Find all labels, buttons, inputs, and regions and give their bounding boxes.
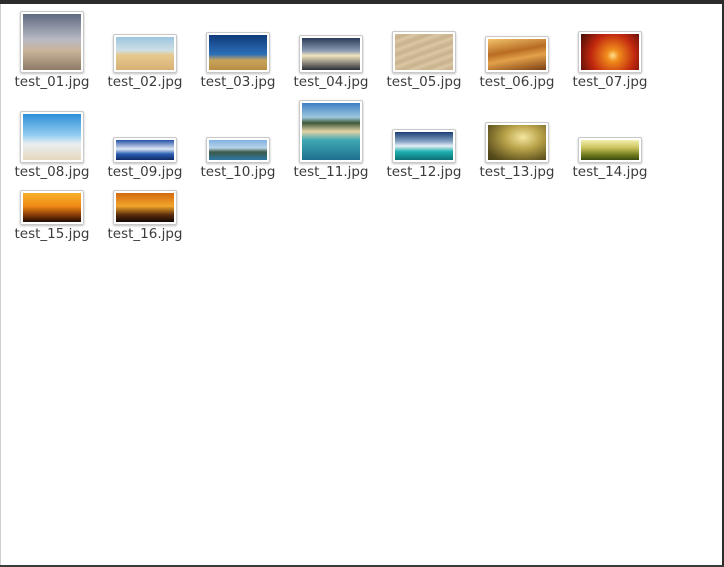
landscape-thumbnail-icon	[578, 137, 642, 163]
landscape-thumbnail-icon	[299, 100, 363, 163]
landscape-thumbnail-icon	[113, 137, 177, 163]
landscape-thumbnail-icon	[20, 190, 84, 225]
landscape-thumbnail-icon	[485, 122, 549, 163]
file-name-label: test_09.jpg	[107, 164, 183, 180]
file-name-label: test_02.jpg	[107, 74, 183, 90]
landscape-thumbnail-icon	[206, 32, 270, 73]
file-icon-view[interactable]: test_01.jpg test_02.jpg test_03.jpg test…	[0, 4, 722, 565]
file-name-label: test_03.jpg	[200, 74, 276, 90]
file-name-label: test_08.jpg	[14, 164, 90, 180]
file-name-label: test_01.jpg	[14, 74, 90, 90]
landscape-thumbnail-icon	[20, 11, 84, 73]
file-name-label: test_10.jpg	[200, 164, 276, 180]
landscape-thumbnail-icon	[113, 34, 177, 73]
landscape-thumbnail-icon	[578, 31, 642, 73]
file-name-label: test_15.jpg	[14, 226, 90, 242]
file-name-label: test_12.jpg	[386, 164, 462, 180]
file-name-label: test_11.jpg	[293, 164, 369, 180]
landscape-thumbnail-icon	[206, 137, 270, 163]
file-name-label: test_07.jpg	[572, 74, 648, 90]
landscape-thumbnail-icon	[299, 35, 363, 73]
landscape-thumbnail-icon	[392, 31, 456, 73]
file-name-label: test_04.jpg	[293, 74, 369, 90]
landscape-thumbnail-icon	[113, 190, 177, 225]
landscape-thumbnail-icon	[20, 111, 84, 163]
file-name-label: test_05.jpg	[386, 74, 462, 90]
landscape-thumbnail-icon	[485, 36, 549, 73]
file-name-label: test_16.jpg	[107, 226, 183, 242]
file-name-label: test_06.jpg	[479, 74, 555, 90]
landscape-thumbnail-icon	[392, 129, 456, 163]
file-name-label: test_14.jpg	[572, 164, 648, 180]
file-name-label: test_13.jpg	[479, 164, 555, 180]
